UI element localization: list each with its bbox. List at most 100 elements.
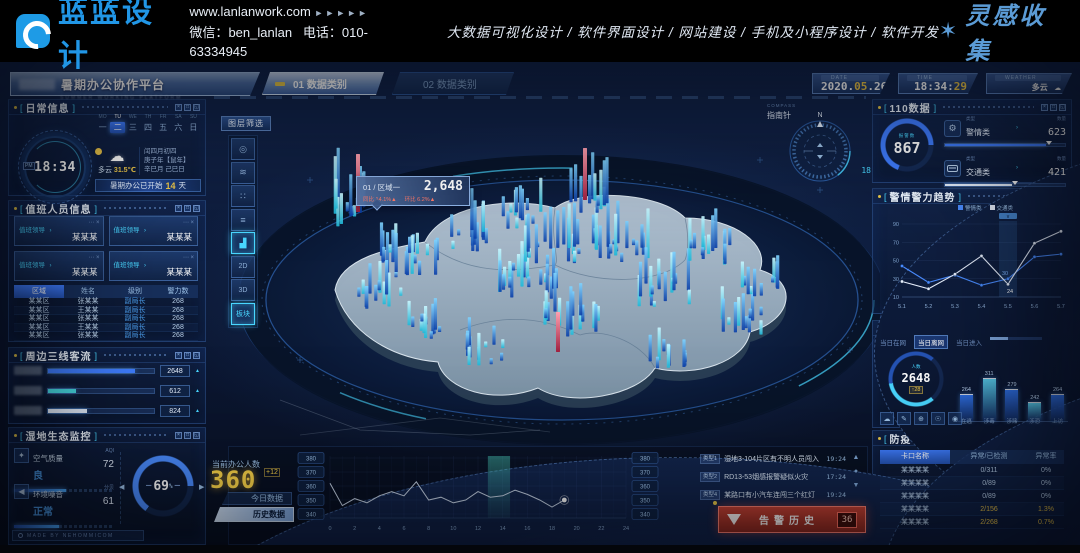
- trend-line-chart: 9070503010v30245.15.25.35.45.55.65.7: [878, 210, 1066, 315]
- noise-icon: ◀: [14, 484, 29, 499]
- epidemic-table-header: 卡口名称异常/已检测异常率: [880, 450, 1064, 464]
- svg-text:8: 8: [427, 526, 430, 532]
- topbar-tabs: 01 数据类别 02 数据类别: [262, 72, 514, 95]
- table-row: 某某区张某某副局长268: [14, 332, 198, 341]
- svg-text:70: 70: [893, 240, 899, 246]
- cloud-icon[interactable]: ☁: [880, 412, 894, 425]
- alert-text: 某路口有小汽车连闯三个红灯: [724, 490, 822, 500]
- window-icons: ×□◱: [175, 352, 200, 359]
- office-today-button[interactable]: 今日数据: [222, 492, 292, 505]
- lanlan-logo-icon: [16, 14, 50, 48]
- focus-bar-label: 涉赌: [1004, 417, 1021, 425]
- 2d-button[interactable]: 2D: [231, 256, 255, 278]
- date-value: 2020.05.26: [821, 80, 879, 93]
- inspiration-collection[interactable]: ✶ 灵感收集: [939, 0, 1058, 66]
- flow-row: 612▲: [14, 384, 200, 397]
- close-icon[interactable]: ×: [175, 432, 182, 439]
- alert-row[interactable]: 类型1湿地3-104片区有不明人员闯入19:24: [700, 452, 846, 466]
- expand-icon[interactable]: ◱: [1059, 104, 1066, 111]
- svg-text:340: 340: [640, 513, 651, 519]
- list-icon[interactable]: ≡: [231, 209, 255, 231]
- services-text: 大数据可视化设计 / 软件界面设计 / 网站建设 / 手机及小程序设计 / 软件…: [447, 21, 939, 41]
- table-row: 某某区王某某副局长268: [14, 307, 198, 316]
- expand-icon[interactable]: ◱: [193, 432, 200, 439]
- svg-text:5.2: 5.2: [925, 304, 933, 310]
- panel-icon[interactable]: □: [184, 104, 191, 111]
- svg-text:5.5: 5.5: [1004, 304, 1012, 310]
- mini-scrollbar[interactable]: [990, 337, 1042, 340]
- panel-title-110: 110数据: [890, 100, 931, 115]
- weekday-cn: 六: [171, 122, 186, 133]
- barchart-icon[interactable]: ▟: [231, 232, 255, 254]
- panel-icon[interactable]: □: [184, 205, 191, 212]
- summer-notice-bar: 暑期办公已开始14天: [95, 179, 201, 192]
- platform-title-plate: 暑期办公协作平台: [10, 72, 260, 96]
- 3d-button[interactable]: 3D: [231, 279, 255, 301]
- svg-text:350: 350: [306, 499, 317, 505]
- target-icon[interactable]: ⊕: [914, 412, 928, 425]
- card-close-icon[interactable]: ⋯ ×: [183, 219, 194, 226]
- right-arrow-icon[interactable]: ▶: [199, 483, 204, 491]
- weekday-en: SU: [186, 114, 201, 120]
- scroll-down-icon[interactable]: ▼: [853, 482, 860, 489]
- duty-leader-cards: 值班领导 ›⋯ ×某某某值班领导 ›⋯ ×某某某值班领导 ›⋯ ×某某某值班领导…: [14, 216, 198, 281]
- alert-history-button[interactable]: 告警历史 36: [718, 506, 866, 533]
- expand-icon[interactable]: ◱: [193, 205, 200, 212]
- alert-tag: 类型1: [700, 454, 720, 464]
- scroll-dot-icon[interactable]: ●: [854, 468, 858, 475]
- svg-text:30: 30: [893, 277, 899, 283]
- redacted-label: [14, 406, 42, 415]
- duty-table-header: 区域姓名级别警力数: [14, 285, 198, 298]
- expand-icon[interactable]: ◱: [193, 104, 200, 111]
- duty-leader-card: 值班领导 ›⋯ ×某某某: [14, 251, 104, 281]
- top-banner: 蓝蓝设计 www.lanlanwork.com ►►►►► 微信：ben_lan…: [0, 0, 1080, 62]
- edit-icon[interactable]: ✎: [897, 412, 911, 425]
- svg-text:5.3: 5.3: [951, 304, 959, 310]
- panel-icon[interactable]: □: [184, 432, 191, 439]
- window-icons: ×□◱: [175, 432, 200, 439]
- alert-text: RD13-53烟感报警疑似火灾: [724, 472, 822, 482]
- grid-icon[interactable]: ∷: [231, 185, 255, 207]
- alert-row[interactable]: 类型4某路口有小汽车连闯三个红灯19:24: [700, 488, 846, 502]
- card-close-icon[interactable]: ⋯ ×: [88, 254, 99, 261]
- alert-time: 17:24: [826, 473, 846, 481]
- weekday-en: WE: [125, 114, 140, 120]
- website-link[interactable]: www.lanlanwork.com: [189, 4, 310, 19]
- close-icon[interactable]: ×: [175, 104, 182, 111]
- made-by-footer: MADE BY NEHOMMICOM: [12, 530, 144, 541]
- duty-table: 区域姓名级别警力数某某区张某某副局长268某某区王某某副局长268某某区张某某副…: [14, 285, 198, 341]
- weekday-cn: 二: [110, 122, 125, 133]
- tab-02[interactable]: 02 数据类别: [392, 72, 514, 95]
- close-icon[interactable]: ×: [175, 205, 182, 212]
- card-close-icon[interactable]: ⋯ ×: [183, 254, 194, 261]
- focus-tab[interactable]: 当日在网: [880, 337, 906, 347]
- scroll-up-icon[interactable]: ▲: [853, 454, 860, 461]
- svg-text:20: 20: [574, 526, 580, 532]
- close-icon[interactable]: ×: [1041, 104, 1048, 111]
- table-row: 某某某某0/3110%: [880, 464, 1064, 477]
- chevron-right-icon: ›: [49, 263, 51, 269]
- person-icon[interactable]: ☉: [931, 412, 945, 425]
- flow-row: 2648▲: [14, 364, 200, 377]
- block-button[interactable]: 板块: [231, 303, 255, 325]
- alert-row[interactable]: 类型2RD13-53烟感报警疑似火灾17:24: [700, 470, 846, 484]
- expand-icon[interactable]: ◱: [193, 352, 200, 359]
- alert-list: 类型1湿地3-104片区有不明人员闯入19:24类型2RD13-53烟感报警疑似…: [700, 452, 846, 506]
- panel-icon[interactable]: □: [184, 352, 191, 359]
- flow-row: 824▲: [14, 404, 200, 417]
- close-icon[interactable]: ×: [175, 352, 182, 359]
- weekday-cn: 三: [125, 122, 140, 133]
- focus-bar: 311: [981, 371, 998, 421]
- office-history-button[interactable]: 历史数据: [214, 507, 294, 522]
- tooltip-value: 2,648: [424, 179, 463, 194]
- globe-icon[interactable]: ◉: [948, 412, 962, 425]
- svg-text:5.1: 5.1: [898, 304, 906, 310]
- chevron-right-icon: ›: [144, 263, 146, 269]
- signal-icon[interactable]: ≋: [231, 162, 255, 184]
- camera-icon[interactable]: ◎: [231, 138, 255, 160]
- panel-icon[interactable]: □: [1050, 104, 1057, 111]
- left-arrow-icon[interactable]: ◀: [119, 483, 124, 491]
- tab-01[interactable]: 01 数据类别: [262, 72, 384, 95]
- wechat-value: ben_lanlan: [228, 25, 292, 40]
- card-close-icon[interactable]: ⋯ ×: [88, 219, 99, 226]
